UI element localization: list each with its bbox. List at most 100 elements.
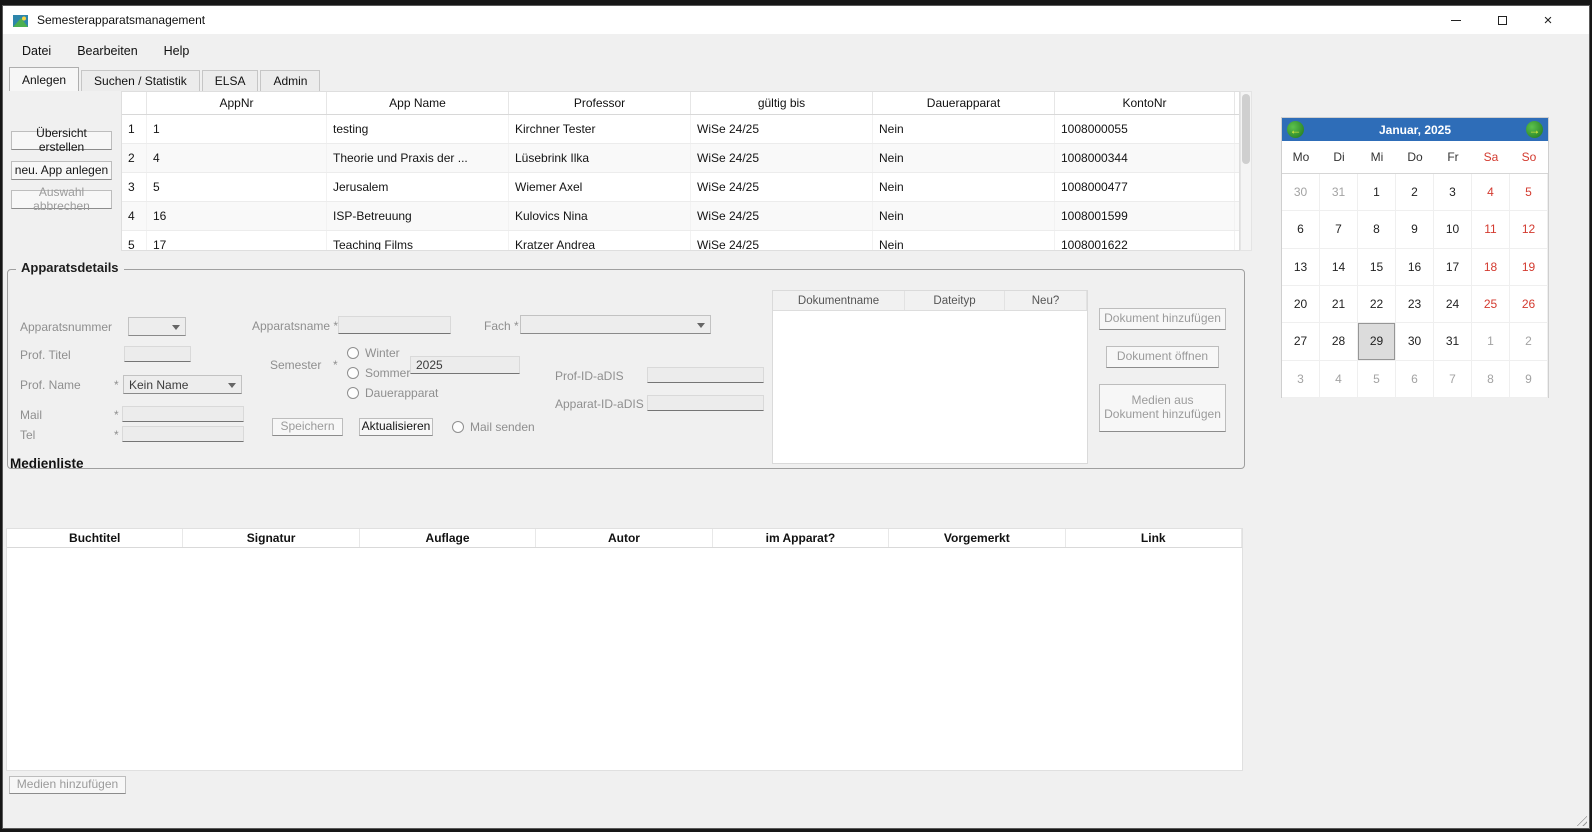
scrollbar-thumb[interactable] (1242, 94, 1250, 164)
column-header-professor[interactable]: Professor (509, 92, 691, 114)
dokument-oeffnen-button[interactable]: Dokument öffnen (1106, 346, 1219, 368)
apparatsname-field[interactable] (338, 316, 451, 334)
calendar-day[interactable]: 5 (1510, 174, 1548, 211)
tab-anlegen[interactable]: Anlegen (9, 67, 79, 91)
tab-elsa[interactable]: ELSA (202, 70, 259, 91)
resize-grip[interactable] (1574, 813, 1587, 826)
calendar-day[interactable]: 6 (1282, 211, 1320, 248)
calendar-day[interactable]: 5 (1358, 361, 1396, 398)
prof-titel-field[interactable] (124, 346, 191, 362)
calendar-day[interactable]: 15 (1358, 249, 1396, 286)
dauerapparat-radio[interactable] (347, 387, 359, 399)
menu-datei[interactable]: Datei (9, 39, 64, 63)
menu-bearbeiten[interactable]: Bearbeiten (64, 39, 150, 63)
calendar-day[interactable]: 1 (1358, 174, 1396, 211)
calendar-day[interactable]: 10 (1434, 211, 1472, 248)
calendar-day[interactable]: 9 (1396, 211, 1434, 248)
calendar-day[interactable]: 31 (1320, 174, 1358, 211)
calendar-day[interactable]: 20 (1282, 286, 1320, 323)
semester-year-field[interactable]: 2025 (410, 356, 520, 374)
calendar-day[interactable]: 3 (1434, 174, 1472, 211)
medien-hinzufuegen-button[interactable]: Medien hinzufügen (9, 776, 126, 794)
calendar-day[interactable]: 24 (1434, 286, 1472, 323)
calendar-day[interactable]: 4 (1320, 361, 1358, 398)
prof-name-select[interactable]: Kein Name (123, 375, 242, 394)
uebersicht-erstellen-button[interactable]: Übersicht erstellen (11, 131, 112, 150)
calendar-day[interactable]: 21 (1320, 286, 1358, 323)
column-header-im-apparat[interactable]: im Apparat? (713, 529, 889, 547)
column-header-neu[interactable]: Neu? (1005, 291, 1087, 310)
table-row[interactable]: 35JerusalemWiemer AxelWiSe 24/25Nein1008… (122, 173, 1239, 202)
table-row[interactable]: 517Teaching FilmsKratzer AndreaWiSe 24/2… (122, 231, 1239, 251)
maximize-button[interactable] (1479, 6, 1525, 34)
table-row[interactable]: 11testingKirchner TesterWiSe 24/25Nein10… (122, 115, 1239, 144)
calendar-day[interactable]: 7 (1434, 361, 1472, 398)
table-row[interactable]: 416ISP-BetreuungKulovics NinaWiSe 24/25N… (122, 202, 1239, 231)
table-row[interactable]: 24Theorie und Praxis der ...Lüsebrink Il… (122, 144, 1239, 173)
calendar-month-title[interactable]: Januar, 2025 (1379, 123, 1451, 137)
calendar-day[interactable]: 22 (1358, 286, 1396, 323)
calendar-next-button[interactable]: → (1526, 121, 1543, 138)
sommer-radio[interactable] (347, 367, 359, 379)
column-header-gueltig-bis[interactable]: gültig bis (691, 92, 873, 114)
calendar-day[interactable]: 27 (1282, 323, 1320, 360)
auswahl-abbrechen-button[interactable]: Auswahl abbrechen (11, 190, 112, 209)
calendar-day[interactable]: 8 (1358, 211, 1396, 248)
calendar-day[interactable]: 30 (1396, 323, 1434, 360)
calendar-day[interactable]: 8 (1472, 361, 1510, 398)
fach-select[interactable] (520, 315, 711, 334)
calendar-day[interactable]: 6 (1396, 361, 1434, 398)
apparatsnummer-select[interactable] (128, 317, 186, 336)
calendar-day[interactable]: 3 (1282, 361, 1320, 398)
calendar-day[interactable]: 23 (1396, 286, 1434, 323)
calendar-prev-button[interactable]: ← (1287, 121, 1304, 138)
calendar-day[interactable]: 28 (1320, 323, 1358, 360)
speichern-button[interactable]: Speichern (272, 418, 343, 436)
prof-id-adis-field[interactable] (647, 367, 764, 383)
calendar-day[interactable]: 16 (1396, 249, 1434, 286)
column-header-app-name[interactable]: App Name (327, 92, 509, 114)
calendar-day[interactable]: 19 (1510, 249, 1548, 286)
column-header-dauerapparat[interactable]: Dauerapparat (873, 92, 1055, 114)
app-table-scrollbar[interactable] (1240, 91, 1252, 251)
minimize-button[interactable] (1433, 6, 1479, 34)
calendar-day[interactable]: 2 (1510, 323, 1548, 360)
column-header-buchtitel[interactable]: Buchtitel (7, 529, 183, 547)
calendar-day[interactable]: 13 (1282, 249, 1320, 286)
apparat-id-adis-field[interactable] (647, 395, 764, 411)
close-button[interactable]: × (1525, 6, 1571, 34)
medien-aus-dokument-button[interactable]: Medien aus Dokument hinzufügen (1099, 384, 1226, 432)
calendar-day[interactable]: 2 (1396, 174, 1434, 211)
calendar-day[interactable]: 17 (1434, 249, 1472, 286)
neu-app-anlegen-button[interactable]: neu. App anlegen (11, 161, 112, 180)
calendar-day[interactable]: 9 (1510, 361, 1548, 398)
calendar-day[interactable]: 7 (1320, 211, 1358, 248)
column-header-link[interactable]: Link (1066, 529, 1242, 547)
calendar-day[interactable]: 30 (1282, 174, 1320, 211)
tab-admin[interactable]: Admin (260, 70, 320, 91)
column-header-vorgemerkt[interactable]: Vorgemerkt (889, 529, 1065, 547)
calendar-day[interactable]: 18 (1472, 249, 1510, 286)
column-header-signatur[interactable]: Signatur (183, 529, 359, 547)
aktualisieren-button[interactable]: Aktualisieren (359, 418, 433, 436)
calendar-day[interactable]: 11 (1472, 211, 1510, 248)
winter-radio[interactable] (347, 347, 359, 359)
tel-field[interactable] (122, 426, 244, 442)
column-header-appnr[interactable]: AppNr (147, 92, 327, 114)
calendar-day[interactable]: 4 (1472, 174, 1510, 211)
calendar-day[interactable]: 1 (1472, 323, 1510, 360)
calendar-day[interactable]: 31 (1434, 323, 1472, 360)
mail-senden-checkbox[interactable] (452, 421, 464, 433)
calendar-day[interactable]: 14 (1320, 249, 1358, 286)
calendar-day-selected[interactable]: 29 (1358, 323, 1396, 360)
column-header-dateityp[interactable]: Dateityp (905, 291, 1005, 310)
mail-field[interactable] (122, 406, 244, 422)
calendar-day[interactable]: 25 (1472, 286, 1510, 323)
menu-help[interactable]: Help (151, 39, 203, 63)
column-header-dokumentname[interactable]: Dokumentname (773, 291, 905, 310)
column-header-auflage[interactable]: Auflage (360, 529, 536, 547)
calendar-day[interactable]: 26 (1510, 286, 1548, 323)
calendar-day[interactable]: 12 (1510, 211, 1548, 248)
column-header-autor[interactable]: Autor (536, 529, 712, 547)
dokument-hinzufuegen-button[interactable]: Dokument hinzufügen (1099, 308, 1226, 330)
